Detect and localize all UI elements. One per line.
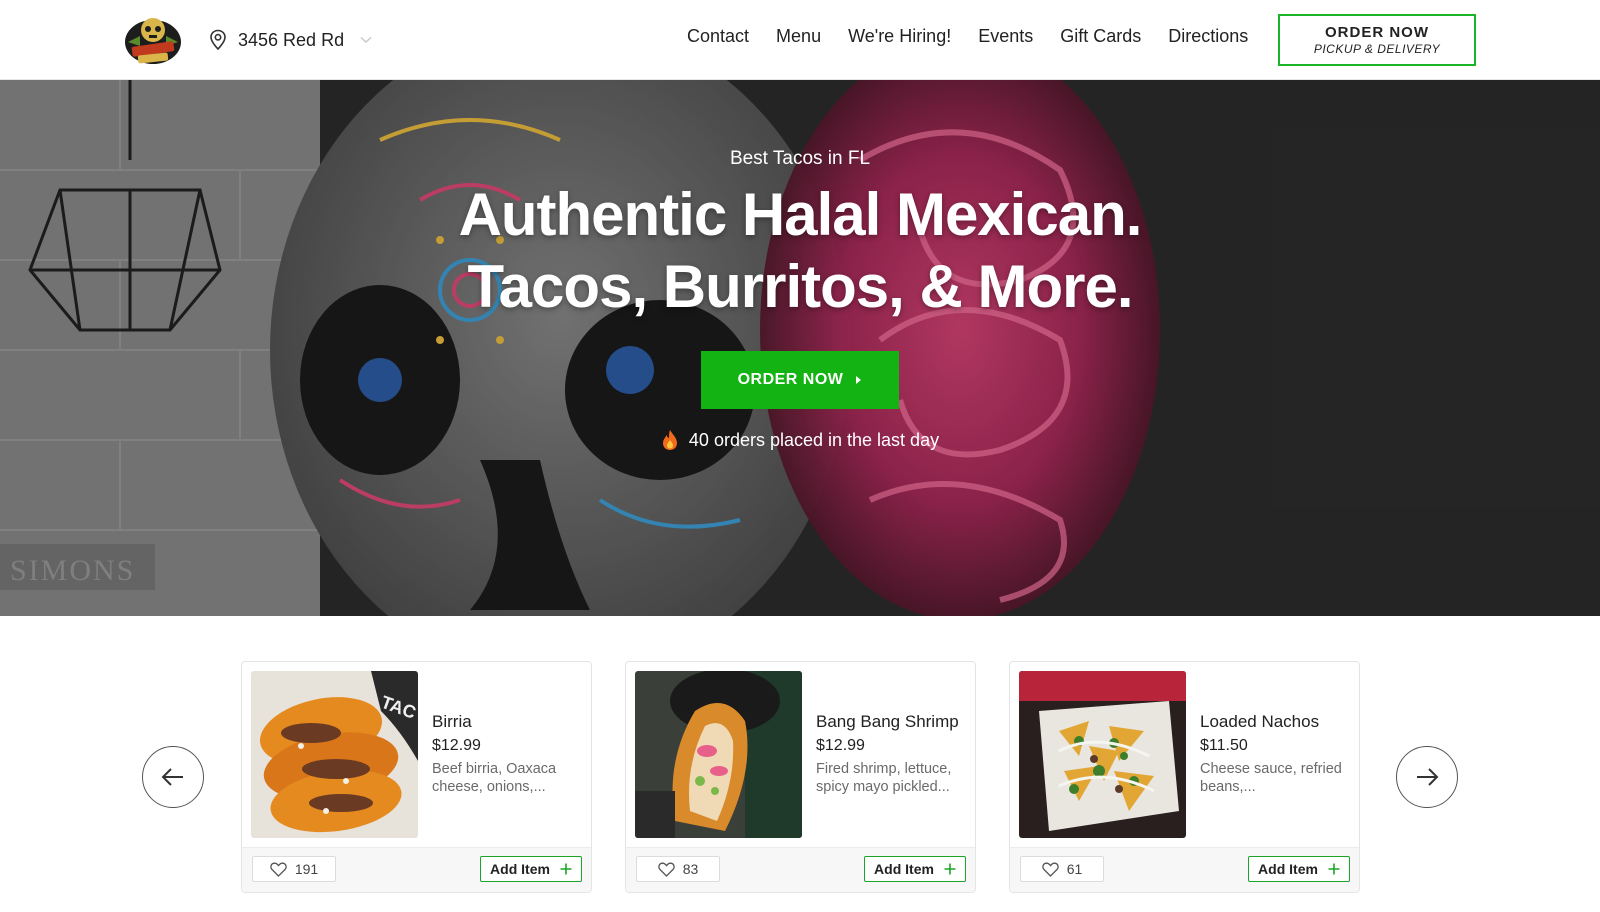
menu-item-footer: 191 Add Item [242, 847, 591, 892]
menu-item-description: Cheese sauce, refried beans,... [1200, 761, 1342, 795]
fire-icon [662, 430, 677, 450]
menu-item-image [635, 671, 802, 838]
nav-hiring[interactable]: We're Hiring! [848, 26, 951, 47]
like-count: 191 [294, 861, 319, 877]
carousel-prev-button[interactable] [142, 746, 204, 808]
hero-subtitle: Best Tacos in FL [729, 148, 871, 169]
add-item-label: Add Item [874, 861, 934, 877]
menu-item-price: $11.50 [1200, 737, 1248, 754]
nav-directions[interactable]: Directions [1168, 26, 1248, 47]
menu-item-card[interactable]: Bang Bang Shrimp $12.99 Fired shrimp, le… [625, 661, 976, 893]
like-button[interactable]: 61 [1020, 856, 1104, 882]
like-count: 83 [682, 861, 699, 877]
main-nav: Contact Menu We're Hiring! Events Gift C… [687, 26, 1248, 47]
nav-menu[interactable]: Menu [776, 26, 821, 47]
orders-count-notice: 40 orders placed in the last day [0, 429, 1600, 451]
hero-order-now-button[interactable]: ORDER NOW [701, 351, 899, 409]
menu-item-name: Bang Bang Shrimp [816, 712, 959, 731]
hero-title-line1: Authentic Halal Mexican. [458, 181, 1143, 248]
hero-cta-label: ORDER NOW [737, 371, 844, 388]
menu-item-footer: 61 Add Item [1010, 847, 1359, 892]
menu-item-description: Fired shrimp, lettuce, spicy mayo pickle… [816, 761, 952, 795]
menu-item-price: $12.99 [816, 737, 865, 754]
heart-icon [1041, 862, 1059, 877]
plus-icon [944, 863, 956, 875]
add-item-label: Add Item [1258, 861, 1318, 877]
header-order-now-button[interactable]: ORDER NOW PICKUP & DELIVERY [1278, 14, 1476, 66]
menu-item-price: $12.99 [432, 737, 481, 754]
add-item-button[interactable]: Add Item [1248, 856, 1350, 882]
location-pin-icon [210, 29, 226, 51]
nav-events[interactable]: Events [978, 26, 1033, 47]
menu-item-description: Beef birria, Oaxaca cheese, onions,... [432, 761, 557, 795]
location-selector[interactable]: 3456 Red Rd [208, 24, 372, 56]
carousel-next-button[interactable] [1396, 746, 1458, 808]
add-item-label: Add Item [490, 861, 550, 877]
menu-item-footer: 83 Add Item [626, 847, 975, 892]
orders-count-text: 40 orders placed in the last day [688, 429, 940, 450]
hero-section: SIMONS Best Tacos in FL Authentic Halal … [0, 80, 1600, 616]
add-item-button[interactable]: Add Item [480, 856, 582, 882]
pickup-delivery-label: PICKUP & DELIVERY [1313, 42, 1441, 56]
menu-item-card[interactable]: Loaded Nachos $11.50 Cheese sauce, refri… [1009, 661, 1360, 893]
add-item-button[interactable]: Add Item [864, 856, 966, 882]
order-now-label: ORDER NOW [1325, 24, 1429, 41]
restaurant-logo[interactable] [122, 12, 184, 68]
menu-item-image [1019, 671, 1186, 838]
nav-contact[interactable]: Contact [687, 26, 749, 47]
chevron-down-icon [360, 36, 372, 44]
arrow-left-icon [161, 768, 183, 786]
menu-item-name: Birria [432, 712, 472, 731]
menu-item-image: TAC [251, 671, 418, 838]
like-button[interactable]: 83 [636, 856, 720, 882]
heart-icon [657, 862, 675, 877]
like-button[interactable]: 191 [252, 856, 336, 882]
site-header: 3456 Red Rd Contact Menu We're Hiring! E… [0, 0, 1600, 80]
menu-item-name: Loaded Nachos [1200, 712, 1320, 731]
caret-right-icon [856, 376, 862, 384]
arrow-right-icon [1417, 768, 1439, 786]
plus-icon [1328, 863, 1340, 875]
plus-icon [560, 863, 572, 875]
menu-item-card[interactable]: TAC Birria $12.99 Beef birria, Oaxaca ch… [241, 661, 592, 893]
location-address: 3456 Red Rd [238, 29, 345, 50]
like-count: 61 [1066, 861, 1083, 877]
heart-icon [270, 862, 287, 877]
hero-title-line2: Tacos, Burritos, & More. [467, 253, 1133, 320]
nav-gift-cards[interactable]: Gift Cards [1060, 26, 1141, 47]
